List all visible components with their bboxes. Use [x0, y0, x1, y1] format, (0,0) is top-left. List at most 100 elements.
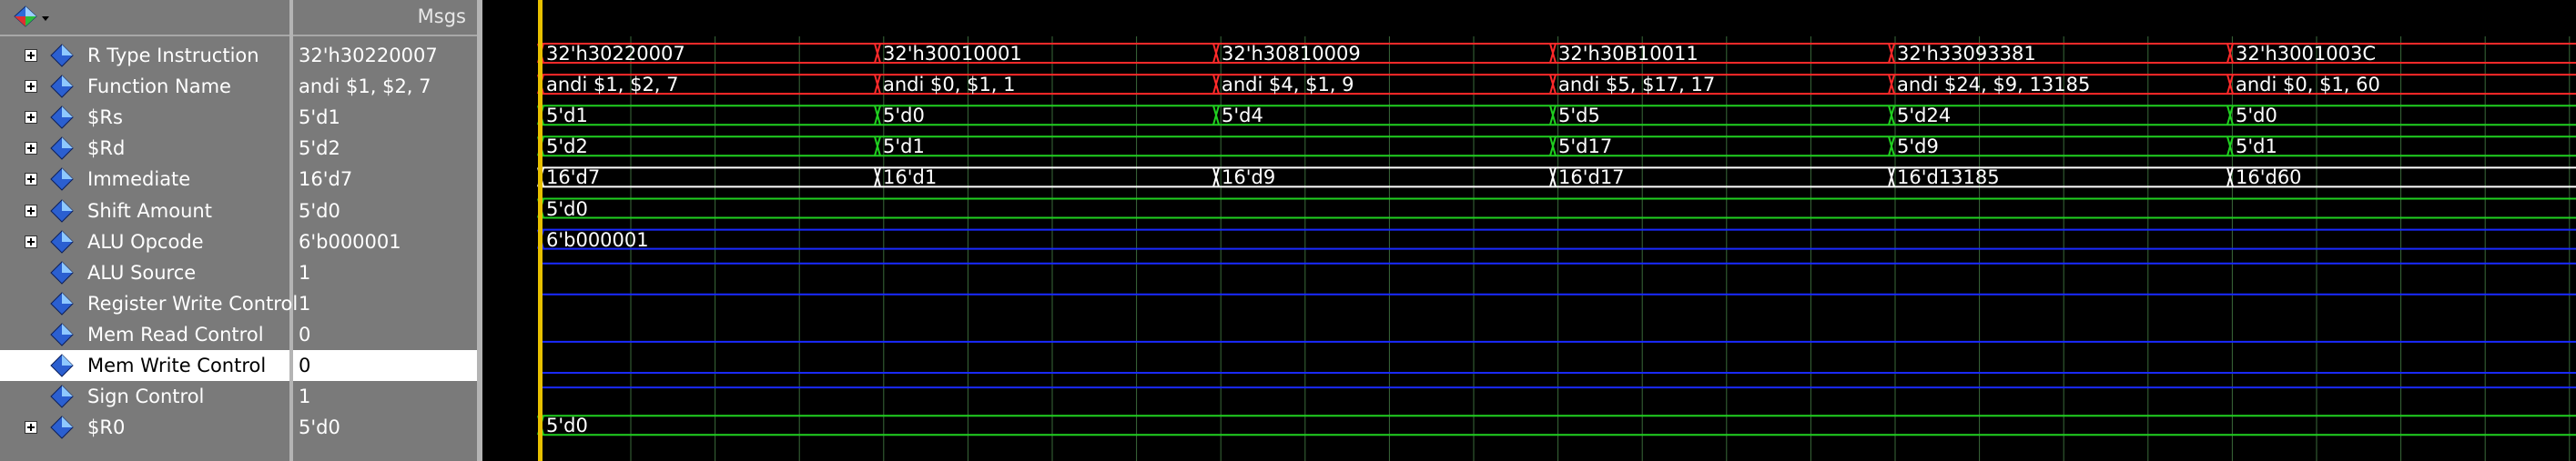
signal-diamond-icon	[50, 323, 74, 346]
expand-icon[interactable]	[25, 235, 37, 248]
signal-diamond-icon	[50, 75, 74, 98]
waveform-value-label: 5'd0	[546, 415, 588, 437]
waveform-value-label: andi $1, $2, 7	[546, 74, 679, 96]
signal-name: Shift Amount	[87, 199, 212, 222]
signal-name: $Rd	[87, 137, 126, 160]
waveform-value-label: andi $24, $9, 13185	[1897, 74, 2091, 96]
signal-name: $R0	[87, 416, 126, 439]
signal-value[interactable]: 1	[293, 381, 477, 412]
signal-value[interactable]: 6'b000001	[293, 226, 477, 257]
signal-row-name[interactable]: Immediate	[0, 164, 289, 195]
signal-value-text: 5'd0	[299, 199, 340, 222]
signal-value-text: 5'd0	[299, 416, 340, 439]
waveform-value-label: 6'b000001	[546, 228, 649, 251]
waveform-value-label: 16'd1	[883, 166, 938, 189]
expand-icon[interactable]	[25, 421, 37, 435]
waveform-value-label: 5'd0	[546, 197, 588, 220]
signal-diamond-icon	[50, 260, 74, 285]
signal-value[interactable]: 1	[293, 288, 477, 319]
signal-row-name[interactable]: Sign Control	[0, 381, 289, 412]
signal-value[interactable]: 32'h30220007	[293, 40, 477, 71]
signal-value-text: 16'd7	[299, 168, 353, 191]
signal-row-name[interactable]: ALU Source	[0, 257, 289, 288]
signal-diamond-icon	[50, 198, 74, 223]
signal-row-name[interactable]: $R0	[0, 412, 289, 443]
signal-row-name[interactable]: Shift Amount	[0, 195, 289, 226]
signal-diamond-icon	[50, 416, 74, 439]
signal-diamond-icon	[50, 167, 74, 192]
signal-row-name[interactable]: $Rs	[0, 102, 289, 133]
signal-diamond-icon	[50, 354, 74, 377]
signal-value[interactable]: 5'd0	[293, 412, 477, 443]
expand-icon[interactable]	[25, 80, 37, 94]
signal-value[interactable]: 0	[293, 319, 477, 350]
signal-value-text: 1	[299, 261, 311, 284]
signal-diamond-icon	[50, 229, 74, 254]
waveform-value-label: 5'd1	[883, 135, 925, 158]
waveform-value-label: 5'd17	[1558, 135, 1613, 158]
waveform-value-label: andi $0, $1, 1	[883, 74, 1016, 96]
waveform-value-label: 32'h33093381	[1897, 43, 2036, 65]
msgs-header: Msgs	[293, 0, 477, 36]
expand-icon[interactable]	[25, 204, 37, 217]
expand-icon[interactable]	[25, 111, 37, 125]
msgs-label: Msgs	[417, 5, 466, 27]
toolbar	[0, 0, 289, 36]
signal-value[interactable]: 16'd7	[293, 164, 477, 195]
waveform-value-label: 5'd0	[883, 105, 925, 127]
expand-icon[interactable]	[25, 173, 37, 186]
waveform-value-label: 16'd60	[2236, 166, 2302, 189]
signal-value-text: 6'b000001	[299, 230, 401, 253]
signal-name: Mem Read Control	[87, 323, 264, 346]
layers-icon[interactable]	[13, 5, 53, 32]
waveform-value-label: 5'd24	[1897, 105, 1952, 127]
signal-diamond-icon	[50, 136, 74, 161]
signal-row-name[interactable]: ALU Opcode	[0, 226, 289, 257]
waveform-value-label: 16'd7	[546, 166, 601, 189]
waveform-value-label: 32'h30810009	[1222, 43, 1361, 65]
signal-name: Register Write Control	[87, 292, 299, 315]
signal-name: Immediate	[87, 168, 191, 191]
signal-name: Mem Write Control	[87, 355, 267, 376]
signal-value-text: 1	[299, 292, 311, 315]
waveform-value-label: 16'd13185	[1897, 166, 2000, 189]
signal-value[interactable]: 0	[293, 350, 477, 381]
signal-value-text: 32'h30220007	[299, 45, 438, 66]
signal-row-name[interactable]: Function Name	[0, 71, 289, 102]
waveform-value-label: 5'd1	[546, 105, 588, 127]
waveform-value-label: 5'd0	[2236, 105, 2277, 127]
waveform-value-label: andi $4, $1, 9	[1222, 74, 1354, 96]
time-cursor[interactable]	[538, 0, 543, 461]
waveform-value-label: 32'h3001003C	[2236, 43, 2376, 65]
signal-value-text: andi $1, $2, 7	[299, 75, 431, 98]
waveform-value-label: 32'h30B10011	[1558, 43, 1699, 65]
waveform-value-label: 16'd9	[1222, 166, 1276, 189]
waveform-value-label: 5'd9	[1897, 135, 1939, 158]
signal-name: Sign Control	[87, 386, 205, 408]
waveform-value-label: andi $0, $1, 60	[2236, 74, 2380, 96]
signal-value[interactable]: 5'd0	[293, 195, 477, 226]
signal-name: $Rs	[87, 106, 123, 129]
expand-icon[interactable]	[25, 142, 37, 155]
signal-row-name[interactable]: R Type Instruction	[0, 40, 289, 71]
signal-row-name[interactable]: Mem Read Control	[0, 319, 289, 350]
signal-value-text: 1	[299, 386, 311, 408]
signal-row-name[interactable]: Register Write Control	[0, 288, 298, 319]
signal-value-text: 5'd1	[299, 106, 340, 129]
signal-name: ALU Source	[87, 261, 197, 284]
signal-name: ALU Opcode	[87, 230, 204, 253]
waveform-value-label: 5'd4	[1222, 105, 1263, 127]
signal-row-name[interactable]: $Rd	[0, 133, 289, 164]
signal-value[interactable]: andi $1, $2, 7	[293, 71, 477, 102]
waveform-pane[interactable]	[482, 0, 2576, 461]
signal-value-text: 5'd2	[299, 137, 340, 160]
expand-icon[interactable]	[25, 49, 37, 62]
signal-value[interactable]: 1	[293, 257, 477, 288]
signal-diamond-icon	[50, 292, 74, 316]
signal-value-text: 0	[299, 355, 311, 376]
signal-value[interactable]: 5'd2	[293, 133, 477, 164]
waveform-value-label: andi $5, $17, 17	[1558, 74, 1716, 96]
signal-value[interactable]: 5'd1	[293, 102, 477, 133]
signal-row-name[interactable]: Mem Write Control	[0, 350, 289, 381]
waveform-value-label: 16'd17	[1558, 166, 1625, 189]
